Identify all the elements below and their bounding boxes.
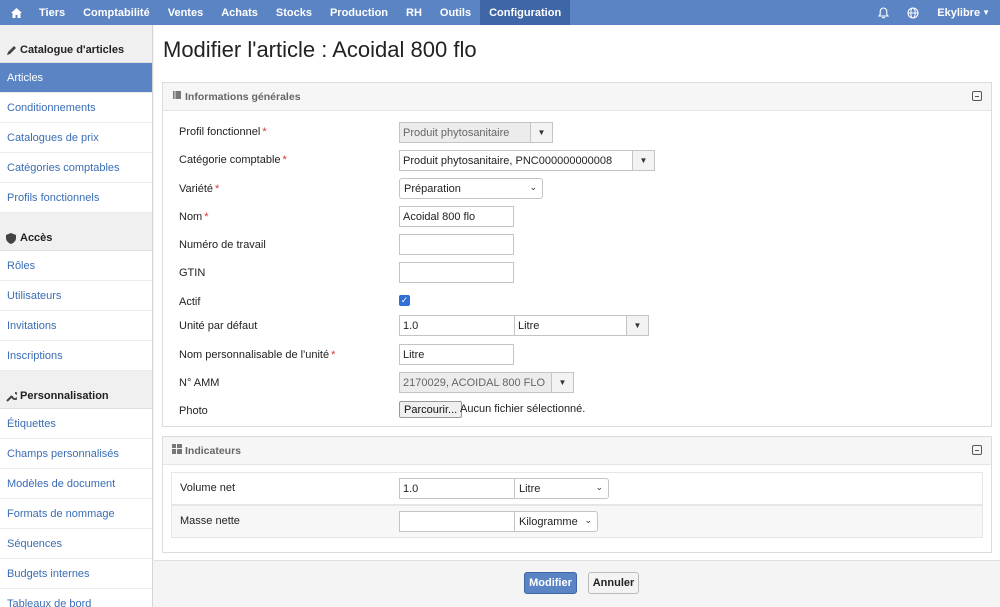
category-combobox[interactable]: Produit phytosanitaire, PNC000000000008 …: [399, 150, 655, 171]
book-icon: [172, 90, 182, 103]
indicator-row: Volume net 1.0 Litre ⌄: [171, 472, 983, 505]
sidebar-section-personnalisation: Personnalisation: [0, 371, 152, 409]
sidebar-item-formats-nommage[interactable]: Formats de nommage: [0, 499, 152, 529]
masse-nette-unit-select[interactable]: Kilogramme ⌄: [514, 511, 598, 532]
caret-down-icon: ▼: [982, 8, 990, 17]
sidebar-item-profils-fonctionnels[interactable]: Profils fonctionnels: [0, 183, 152, 213]
globe-icon: [907, 6, 919, 19]
sidebar-item-roles[interactable]: Rôles: [0, 251, 152, 281]
sidebar: Catalogue d'articles Articles Conditionn…: [0, 25, 153, 607]
pencil-icon: [5, 45, 17, 56]
browse-button[interactable]: Parcourir...: [399, 401, 463, 418]
variety-label: Variété *: [179, 183, 220, 195]
sidebar-item-champs-personnalises[interactable]: Champs personnalisés: [0, 439, 152, 469]
sidebar-item-catalogues-prix[interactable]: Catalogues de prix: [0, 123, 152, 153]
profile-label: Profil fonctionnel *: [179, 126, 267, 138]
home-icon: [11, 7, 22, 18]
chevron-down-icon: ⌄: [584, 515, 592, 525]
sidebar-section-catalogue: Catalogue d'articles: [0, 25, 152, 63]
nav-comptabilite[interactable]: Comptabilité: [74, 0, 159, 25]
custom-unit-name-input[interactable]: Litre: [399, 344, 514, 365]
caret-down-icon[interactable]: ▼: [626, 316, 648, 335]
chevron-down-icon: ⌄: [595, 482, 603, 492]
sidebar-item-etiquettes[interactable]: Étiquettes: [0, 409, 152, 439]
caret-down-icon[interactable]: ▼: [551, 373, 573, 392]
language-button[interactable]: [898, 0, 928, 25]
gtin-input[interactable]: [399, 262, 514, 283]
page-title: Modifier l'article : Acoidal 800 flo: [163, 37, 477, 62]
form-actions: Modifier Annuler: [154, 560, 1000, 607]
collapse-indicators-button[interactable]: [972, 445, 982, 455]
sidebar-item-articles[interactable]: Articles: [0, 63, 152, 93]
nav-tiers[interactable]: Tiers: [30, 0, 74, 25]
sidebar-item-inscriptions[interactable]: Inscriptions: [0, 341, 152, 371]
photo-label: Photo: [179, 405, 208, 417]
caret-down-icon[interactable]: ▼: [530, 123, 552, 142]
cancel-button[interactable]: Annuler: [588, 572, 639, 594]
sidebar-section-acces: Accès: [0, 213, 152, 251]
general-info-panel: Informations générales Profil fonctionne…: [162, 82, 992, 427]
category-label: Catégorie comptable *: [179, 154, 287, 166]
indicators-panel: Indicateurs Volume net 1.0 Litre ⌄ Masse…: [162, 436, 992, 553]
work-number-input[interactable]: [399, 234, 514, 255]
wrench-icon: [5, 391, 17, 402]
masse-nette-input[interactable]: [399, 511, 515, 532]
user-menu[interactable]: Ekylibre ▼: [928, 0, 1000, 25]
top-navbar: Tiers Comptabilité Ventes Achats Stocks …: [0, 0, 1000, 25]
sidebar-item-conditionnements[interactable]: Conditionnements: [0, 93, 152, 123]
nav-home[interactable]: [0, 0, 30, 25]
sidebar-item-categories-comptables[interactable]: Catégories comptables: [0, 153, 152, 183]
bell-icon: [878, 6, 890, 18]
submit-button[interactable]: Modifier: [524, 572, 577, 594]
nav-ventes[interactable]: Ventes: [159, 0, 212, 25]
shield-icon: [5, 233, 17, 244]
default-unit-quantity-input[interactable]: 1.0: [399, 315, 515, 336]
sidebar-item-utilisateurs[interactable]: Utilisateurs: [0, 281, 152, 311]
volume-net-unit-select[interactable]: Litre ⌄: [514, 478, 609, 499]
custom-unit-name-label: Nom personnalisable de l'unité *: [179, 349, 336, 361]
volume-net-label: Volume net: [180, 482, 236, 494]
indicator-row: Masse nette Kilogramme ⌄: [171, 505, 983, 538]
default-unit-label: Unité par défaut: [179, 320, 258, 332]
amm-label: N° AMM: [179, 377, 220, 389]
collapse-general-button[interactable]: [972, 91, 982, 101]
amm-combobox[interactable]: 2170029, ACOIDAL 800 FLO ▼: [399, 372, 574, 393]
work-number-label: Numéro de travail: [179, 239, 266, 251]
grid-icon: [172, 444, 182, 457]
nav-achats[interactable]: Achats: [212, 0, 267, 25]
sidebar-item-modeles-document[interactable]: Modèles de document: [0, 469, 152, 499]
masse-nette-label: Masse nette: [180, 515, 240, 527]
nav-outils[interactable]: Outils: [431, 0, 480, 25]
user-name: Ekylibre: [937, 6, 981, 19]
notifications-button[interactable]: [869, 0, 898, 25]
name-label: Nom *: [179, 211, 209, 223]
sidebar-item-tableaux-bord[interactable]: Tableaux de bord: [0, 589, 152, 607]
default-unit-combobox[interactable]: Litre ▼: [514, 315, 649, 336]
caret-down-icon[interactable]: ▼: [632, 151, 654, 170]
general-info-header: Informations générales: [163, 83, 991, 111]
chevron-down-icon: ⌄: [529, 182, 537, 192]
photo-status: Aucun fichier sélectionné.: [460, 403, 586, 415]
gtin-label: GTIN: [179, 267, 206, 279]
nav-stocks[interactable]: Stocks: [267, 0, 321, 25]
sidebar-item-sequences[interactable]: Séquences: [0, 529, 152, 559]
volume-net-input[interactable]: 1.0: [399, 478, 515, 499]
nav-rh[interactable]: RH: [397, 0, 431, 25]
profile-combobox[interactable]: Produit phytosanitaire ▼: [399, 122, 553, 143]
nav-production[interactable]: Production: [321, 0, 397, 25]
variety-select[interactable]: Préparation ⌄: [399, 178, 543, 199]
nav-configuration[interactable]: Configuration: [480, 0, 571, 25]
main-content: Modifier l'article : Acoidal 800 flo Inf…: [154, 25, 1000, 607]
sidebar-item-budgets-internes[interactable]: Budgets internes: [0, 559, 152, 589]
indicators-header: Indicateurs: [163, 437, 991, 465]
active-checkbox[interactable]: ✓: [399, 295, 410, 306]
active-label: Actif: [179, 296, 201, 308]
name-input[interactable]: Acoidal 800 flo: [399, 206, 514, 227]
sidebar-item-invitations[interactable]: Invitations: [0, 311, 152, 341]
